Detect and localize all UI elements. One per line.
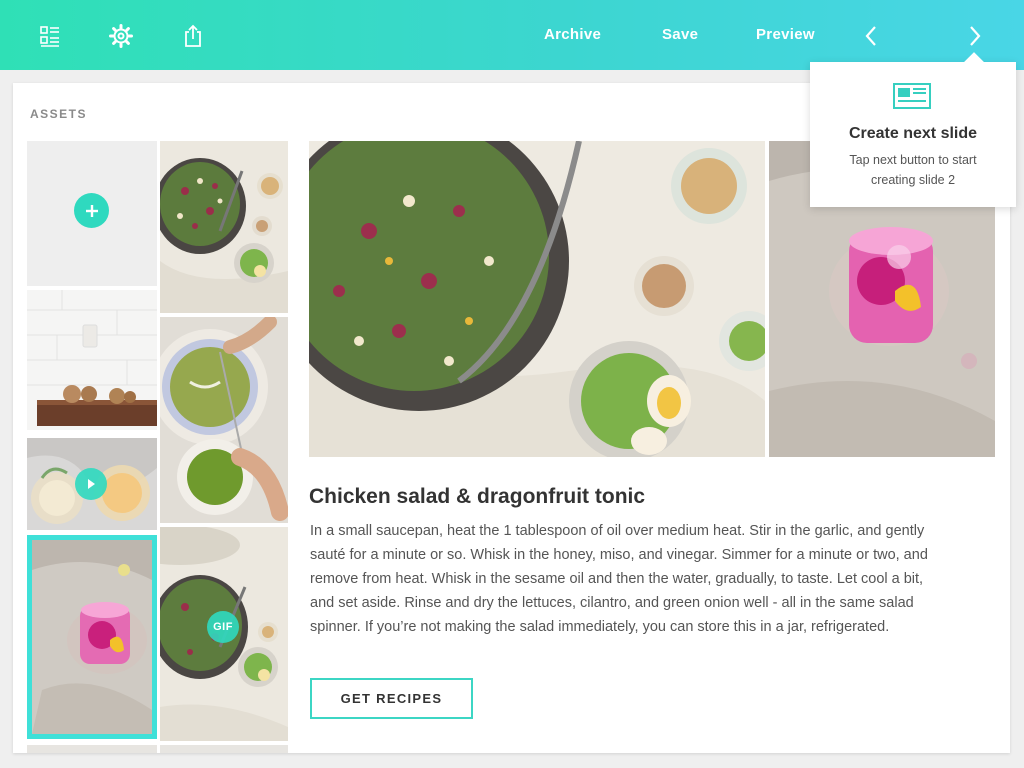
chevron-right-icon[interactable] [961, 22, 989, 50]
salad-bowl-photo[interactable] [160, 141, 288, 313]
add-asset-tile[interactable] [27, 141, 157, 286]
share-icon[interactable] [179, 22, 207, 50]
gear-icon[interactable] [107, 22, 135, 50]
green-soup-photo[interactable] [160, 317, 288, 523]
create-next-slide-tooltip: Create next slide Tap next button to sta… [810, 62, 1016, 207]
layout-icon[interactable] [36, 22, 64, 50]
chevron-left-icon[interactable] [857, 22, 885, 50]
assets-heading: ASSETS [30, 107, 88, 121]
slide-body: In a small saucepan, heat the 1 tablespo… [310, 523, 928, 635]
asset-thumb-partial[interactable] [160, 745, 288, 753]
slide-salad-image[interactable] [309, 141, 765, 457]
tooltip-title: Create next slide [848, 125, 978, 142]
salad-bowl-gif[interactable]: GIF [160, 527, 288, 741]
slide-layout-icon [893, 83, 931, 114]
get-recipes-button[interactable]: GET RECIPES [310, 678, 473, 719]
slide-title: Chicken salad & dragonfruit tonic [309, 485, 646, 508]
archive-button[interactable]: Archive [544, 26, 601, 43]
pink-tonic-photo-selected[interactable] [27, 535, 157, 739]
top-toolbar: Archive Save Preview [0, 0, 1024, 70]
preview-button[interactable]: Preview [756, 26, 815, 43]
asset-thumb-partial[interactable] [27, 745, 157, 753]
chopping-board-photo[interactable] [27, 290, 157, 430]
plus-icon[interactable] [74, 193, 109, 228]
play-icon[interactable] [75, 468, 107, 500]
cocktails-video[interactable] [27, 438, 157, 530]
save-button[interactable]: Save [662, 26, 698, 43]
gif-badge: GIF [207, 611, 239, 643]
tooltip-text: Tap next button to start creating slide … [849, 153, 977, 187]
